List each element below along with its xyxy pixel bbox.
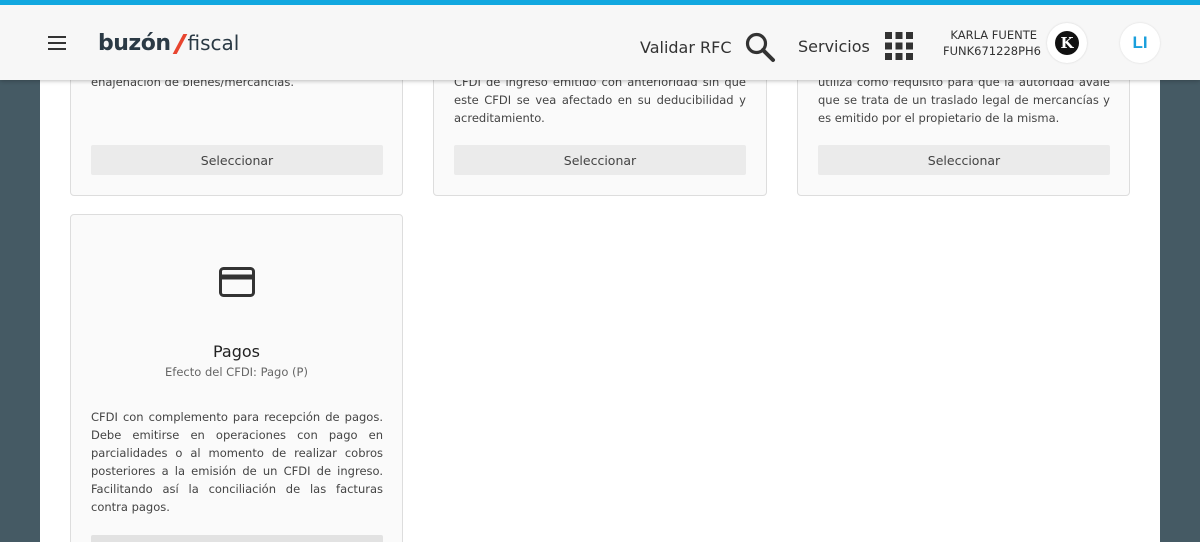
select-button[interactable]: Seleccionar (454, 145, 746, 175)
brand-slash (175, 34, 185, 52)
pagos-card: Pagos Efecto del CFDI: Pago (P) CFDI con… (70, 214, 403, 542)
servicios-label: Servicios (798, 36, 870, 56)
card-description: utiliza como requisito para que la autor… (818, 75, 1110, 125)
brand-logo[interactable]: buzón fiscal (98, 29, 239, 57)
card-subtitle: Efecto del CFDI: Pago (P) (165, 365, 308, 379)
select-button[interactable] (91, 535, 383, 542)
validar-rfc-label: Validar RFC (640, 37, 732, 57)
app-header: buzón fiscal Validar RFC Servicios KARLA… (0, 5, 1200, 80)
user-rfc: FUNK671228PH6 (943, 44, 1041, 58)
apps-grid-icon (884, 32, 913, 60)
select-button[interactable]: Seleccionar (91, 145, 383, 175)
card-description: CFDI de ingreso emitido con anterioridad… (454, 75, 746, 125)
brand-name-main: buzón (98, 30, 171, 56)
user-info: KARLA FUENTE FUNK671228PH6 (943, 27, 1041, 59)
search-icon (745, 32, 775, 62)
menu-icon[interactable] (43, 30, 71, 56)
credit-card-icon (219, 267, 255, 297)
top-accent-bar (0, 0, 1200, 5)
validar-rfc-button[interactable]: Validar RFC (640, 31, 776, 63)
company-logo[interactable]: K (1047, 23, 1087, 63)
main-content: enajenación de bienes/mercancías. Selecc… (40, 0, 1160, 542)
avatar-initials: LI (1132, 33, 1148, 52)
user-name: KARLA FUENTE (950, 28, 1037, 42)
company-logo-letter: K (1055, 31, 1079, 55)
card-title: Pagos (212, 342, 260, 361)
servicios-button[interactable]: Servicios (798, 31, 914, 61)
brand-name-sub: fiscal (187, 31, 240, 55)
avatar[interactable]: LI (1120, 23, 1160, 63)
select-button[interactable]: Seleccionar (818, 145, 1110, 175)
card-description: CFDI con complemento para recepción de p… (91, 410, 383, 514)
